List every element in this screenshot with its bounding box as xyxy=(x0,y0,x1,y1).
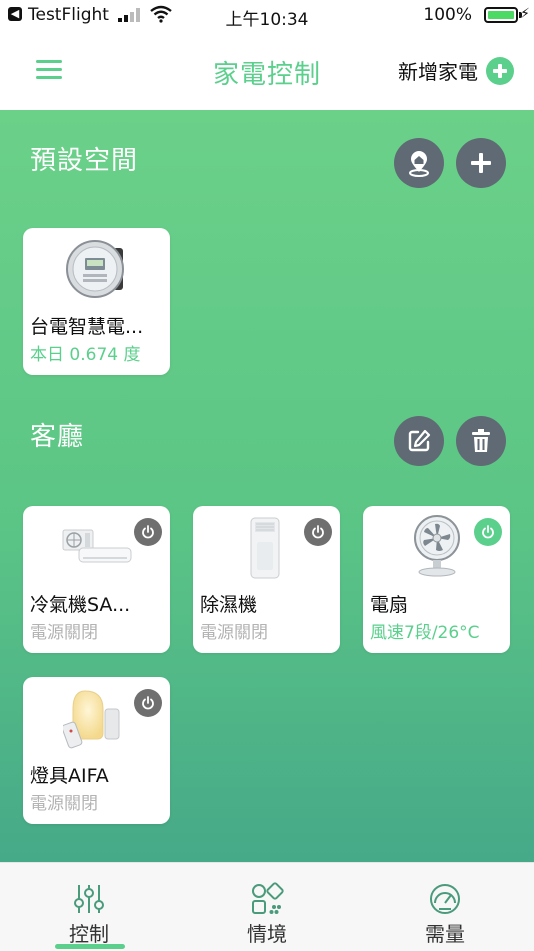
charging-bolt-icon: ⚡ xyxy=(520,6,530,22)
lamp-image xyxy=(63,690,120,749)
power-toggle[interactable] xyxy=(474,518,502,546)
add-device-button[interactable]: 新增家電 xyxy=(398,56,514,85)
air-conditioner-image xyxy=(62,529,132,563)
power-toggle[interactable] xyxy=(304,518,332,546)
add-device-label: 新增家電 xyxy=(398,60,478,84)
tab-label: 控制 xyxy=(69,922,109,946)
device-card-air-conditioner[interactable]: 冷氣機SA... 電源關閉 xyxy=(23,506,170,653)
section-title-living-room: 客廳 xyxy=(30,422,85,452)
device-name: 冷氣機SA... xyxy=(30,594,131,616)
status-bar: ◀ TestFlight 上午10:34 100% ⚡ xyxy=(0,0,534,30)
device-name: 燈具AIFA xyxy=(30,765,109,787)
edit-icon xyxy=(408,429,431,452)
nav-bar: 家電控制 新增家電 xyxy=(0,30,534,110)
tab-control[interactable]: 控制 xyxy=(0,863,178,951)
edit-room-button[interactable] xyxy=(394,416,444,466)
smart-meter-image xyxy=(66,240,124,298)
sliders-icon xyxy=(74,885,104,913)
tab-bar: 控制 情境 需量 xyxy=(0,862,534,951)
device-card-lamp[interactable]: 燈具AIFA 電源關閉 xyxy=(23,677,170,824)
dehumidifier-image xyxy=(250,517,280,579)
fan-image xyxy=(414,515,460,577)
device-status: 本日 0.674 度 xyxy=(30,345,141,365)
power-toggle[interactable] xyxy=(134,518,162,546)
gauge-icon xyxy=(430,884,460,914)
main-content: 預設空間 台電智慧電... 本日 0.674 度 客廳 冷氣機SA... 電源關… xyxy=(0,110,534,862)
power-icon xyxy=(312,525,324,539)
tab-label: 需量 xyxy=(425,922,465,946)
location-pin-icon xyxy=(409,151,429,177)
device-name: 台電智慧電... xyxy=(30,316,144,338)
power-icon xyxy=(142,696,154,710)
device-card-fan[interactable]: 電扇 風速7段/26°C xyxy=(363,506,510,653)
power-toggle[interactable] xyxy=(134,689,162,717)
device-status: 風速7段/26°C xyxy=(370,623,480,643)
power-icon xyxy=(142,525,154,539)
trash-icon xyxy=(472,429,490,452)
battery-percent: 100% xyxy=(423,5,472,25)
device-name: 電扇 xyxy=(370,594,409,616)
device-status: 電源關閉 xyxy=(30,794,98,814)
power-icon xyxy=(482,525,494,539)
delete-room-button[interactable] xyxy=(456,416,506,466)
battery-icon xyxy=(484,7,518,23)
device-status: 電源關閉 xyxy=(200,623,268,643)
device-name: 除濕機 xyxy=(200,594,258,616)
tab-demand[interactable]: 需量 xyxy=(356,863,534,951)
device-card-smart-meter[interactable]: 台電智慧電... 本日 0.674 度 xyxy=(23,228,170,375)
active-tab-indicator xyxy=(55,944,125,949)
device-status: 電源關閉 xyxy=(30,623,98,643)
scenes-icon xyxy=(252,882,284,914)
tab-scenes[interactable]: 情境 xyxy=(178,863,356,951)
plus-circle-icon xyxy=(486,56,514,85)
plus-icon xyxy=(471,153,491,173)
location-button[interactable] xyxy=(394,138,444,188)
device-card-dehumidifier[interactable]: 除濕機 電源關閉 xyxy=(193,506,340,653)
add-room-button[interactable] xyxy=(456,138,506,188)
tab-label: 情境 xyxy=(247,922,287,946)
section-title-default-space: 預設空間 xyxy=(30,146,139,176)
